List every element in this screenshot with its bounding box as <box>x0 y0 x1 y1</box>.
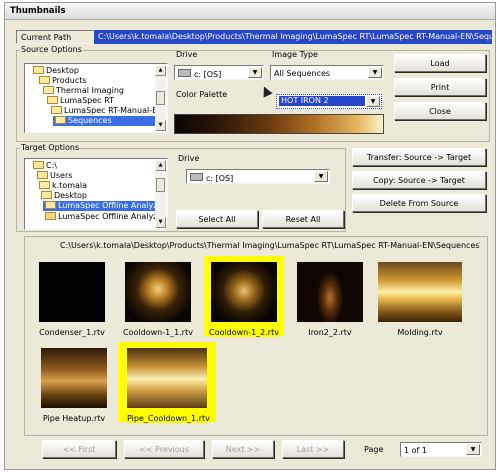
copy-button[interactable]: Copy: Source -> Target <box>352 171 486 189</box>
thumbnail-item-selected[interactable]: Pipe_Cooldown_1.rtv <box>118 342 216 423</box>
source-folder-tree[interactable]: Desktop Products Thermal Imaging LumaSpe… <box>24 63 168 133</box>
source-tree-scrollbar[interactable]: ▲ ▼ <box>155 65 166 131</box>
chevron-down-icon[interactable]: ▼ <box>368 67 382 78</box>
color-palette-select[interactable]: HOT IRON 2 ▼ <box>276 94 382 109</box>
last-page-button[interactable]: Last >> <box>282 440 344 458</box>
thumbnail-caption: Cooldown-1_2.rtv <box>209 328 279 337</box>
folder-open-icon <box>41 191 52 199</box>
target-drive-label: Drive <box>178 154 200 163</box>
source-options-label: Source Options <box>20 45 83 54</box>
folder-open-icon <box>51 106 62 114</box>
reset-all-button[interactable]: Reset All <box>262 210 344 228</box>
chevron-down-icon[interactable]: ▼ <box>314 171 328 182</box>
thumbnail-item-selected[interactable]: Cooldown-1_2.rtv <box>204 256 284 337</box>
source-tree-item-lumaspec-rt[interactable]: LumaSpec RT <box>47 96 114 106</box>
target-options-label: Target Options <box>20 143 81 152</box>
target-tree-item-users[interactable]: Users <box>37 171 72 181</box>
previous-page-button[interactable]: << Previous <box>124 440 204 458</box>
thumbnail-item[interactable]: Condenser_1.rtv <box>32 256 112 337</box>
scroll-thumb[interactable] <box>156 91 165 105</box>
target-tree-scrollbar[interactable]: ▲ ▼ <box>155 160 166 228</box>
drive-icon <box>178 69 191 77</box>
thumbnail-item[interactable]: Iron2_2.rtv <box>290 256 370 337</box>
next-page-button[interactable]: Next >> <box>212 440 274 458</box>
thumbnail-image[interactable] <box>41 348 107 408</box>
source-tree-item-thermal-imaging[interactable]: Thermal Imaging <box>43 86 124 96</box>
thumbnail-caption: Iron2_2.rtv <box>308 328 352 337</box>
target-folder-tree[interactable]: C:\ Users k.tomala Desktop LumaSpec Offl… <box>24 158 168 230</box>
folder-open-icon <box>43 86 54 94</box>
image-type-select[interactable]: All Sequences ▼ <box>270 65 384 80</box>
thumbnail-caption: Pipe Heatup.rtv <box>42 414 106 423</box>
scroll-up-arrow-icon[interactable]: ▲ <box>155 65 166 76</box>
gallery-path: C:\Users\k.tomala\Desktop\Products\Therm… <box>60 241 480 250</box>
first-page-button[interactable]: << First <box>42 440 116 458</box>
folder-open-icon <box>39 76 50 84</box>
target-tree-item-lumaspec-offline-selected[interactable]: LumaSpec Offline Analyzer <box>43 201 166 211</box>
current-path-label-box: Current Path <box>16 30 94 44</box>
drive-icon <box>190 173 203 181</box>
source-tree-item-desktop[interactable]: Desktop <box>33 66 79 76</box>
close-button[interactable]: Close <box>394 102 486 120</box>
chevron-down-icon[interactable]: ▼ <box>248 67 262 78</box>
source-tree-item-manual[interactable]: LumaSpec RT-Manual-EN <box>51 106 163 116</box>
thumbnail-image[interactable] <box>125 262 191 322</box>
folder-open-icon <box>33 66 44 74</box>
thumbnail-image[interactable] <box>211 262 277 322</box>
thumbnail-caption: Condenser_1.rtv <box>39 328 105 337</box>
current-path-field[interactable]: C:\Users\k.tomala\Desktop\Products\Therm… <box>94 30 492 44</box>
scroll-up-arrow-icon[interactable]: ▲ <box>155 160 166 171</box>
folder-open-icon <box>55 116 66 124</box>
palette-gradient-preview <box>174 114 384 134</box>
load-button[interactable]: Load <box>394 54 486 72</box>
target-tree-item-desktop[interactable]: Desktop <box>41 191 87 201</box>
folder-icon <box>45 212 56 220</box>
scroll-down-arrow-icon[interactable]: ▼ <box>155 120 166 131</box>
color-palette-label: Color Palette <box>176 90 228 99</box>
source-drive-select[interactable]: c: [OS] ▼ <box>174 65 264 80</box>
source-tree-item-sequences[interactable]: Sequences <box>53 116 155 126</box>
folder-open-icon <box>39 181 50 189</box>
target-tree-item-c[interactable]: C:\ <box>33 161 57 171</box>
thumbnail-item[interactable]: Cooldown-1_1.rtv <box>118 256 198 337</box>
folder-open-icon <box>37 171 48 179</box>
window-title: Thumbnails <box>5 3 495 20</box>
page-select[interactable]: 1 of 1 ▼ <box>400 442 482 457</box>
source-tree-item-products[interactable]: Products <box>39 76 87 86</box>
transfer-button[interactable]: Transfer: Source -> Target <box>352 148 486 166</box>
thumbnail-image[interactable] <box>39 262 105 322</box>
scroll-thumb[interactable] <box>156 178 165 192</box>
chevron-down-icon[interactable]: ▼ <box>366 96 380 107</box>
target-drive-select[interactable]: c: [OS] ▼ <box>186 169 330 184</box>
target-tree-item-lumaspec-offline[interactable]: LumaSpec Offline Analyzer <box>45 212 166 222</box>
page-label: Page <box>364 445 384 454</box>
folder-open-icon <box>47 96 58 104</box>
image-type-label: Image Type <box>272 50 318 59</box>
delete-from-source-button[interactable]: Delete From Source <box>352 194 486 212</box>
thumbnail-caption: Cooldown-1_1.rtv <box>123 328 193 337</box>
thumbnail-image[interactable] <box>378 262 462 322</box>
thumbnail-item[interactable]: Molding.rtv <box>376 256 476 337</box>
source-drive-label: Drive <box>176 50 198 59</box>
thumbnail-image[interactable] <box>127 348 207 408</box>
thumbnail-caption: Molding.rtv <box>397 328 443 337</box>
print-button[interactable]: Print <box>394 78 486 96</box>
current-path-label: Current Path <box>21 33 72 42</box>
folder-open-icon <box>45 201 56 209</box>
thumbnail-caption: Pipe_Cooldown_1.rtv <box>127 414 210 423</box>
chevron-down-icon[interactable]: ▼ <box>466 444 480 455</box>
thumbnail-item[interactable]: Pipe Heatup.rtv <box>32 342 116 423</box>
select-all-button[interactable]: Select All <box>176 210 258 228</box>
target-tree-item-k-tomala[interactable]: k.tomala <box>39 181 87 191</box>
folder-open-icon <box>33 161 44 169</box>
thumbnail-image[interactable] <box>297 262 363 322</box>
scroll-down-arrow-icon[interactable]: ▼ <box>155 217 166 228</box>
